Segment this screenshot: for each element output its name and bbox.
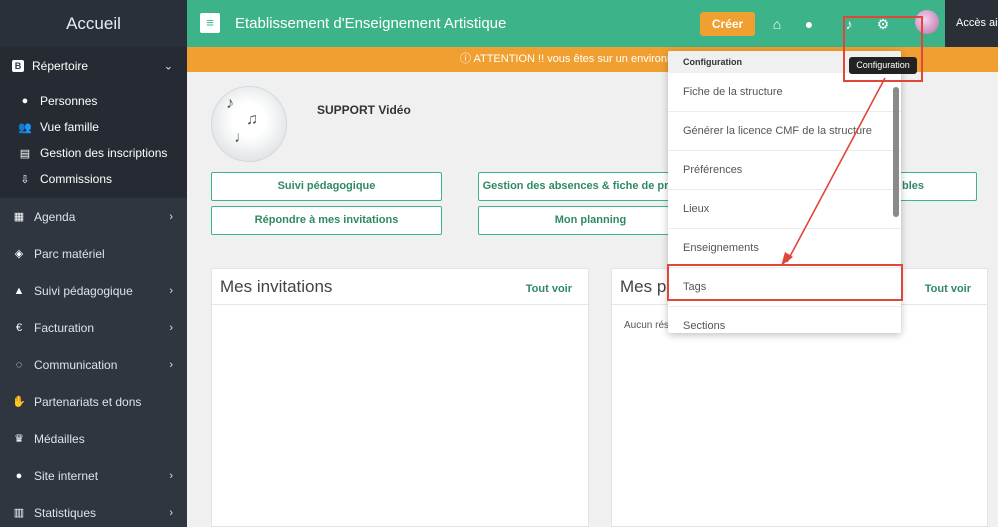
sidebar-subitem-label: Personnes bbox=[40, 94, 98, 108]
chevron-right-icon: › bbox=[169, 469, 173, 482]
sidebar-item-label: Médailles bbox=[34, 431, 85, 446]
chat-icon: ◌ bbox=[15, 358, 23, 371]
calendar-icon: ▦ bbox=[13, 211, 25, 223]
sidebar-item-label: Site internet bbox=[34, 468, 99, 483]
empty-message: Aucun rés bbox=[624, 320, 670, 331]
hamburger-menu-icon[interactable]: ≡ bbox=[200, 13, 220, 33]
sidebar-item-facturation[interactable]: € Facturation › bbox=[0, 309, 187, 346]
chevron-down-icon: ⌄ bbox=[163, 60, 173, 72]
gestion-absences-button[interactable]: Gestion des absences & fiche de pr bbox=[478, 172, 673, 201]
sidebar-item-repertoire[interactable]: B Répertoire ⌄ bbox=[0, 47, 187, 84]
sidebar-item-agenda[interactable]: ▦ Agenda › bbox=[0, 198, 187, 235]
sidebar-item-statistiques[interactable]: ▥ Statistiques › bbox=[0, 494, 187, 527]
sidebar-item-label: Statistiques bbox=[34, 505, 97, 520]
chevron-right-icon: › bbox=[169, 210, 173, 223]
family-icon: 👥 bbox=[18, 121, 32, 134]
chevron-right-icon: › bbox=[169, 284, 173, 297]
repondre-invitations-button[interactable]: Répondre à mes invitations bbox=[211, 206, 442, 235]
info-icon: ⓘ bbox=[460, 53, 474, 65]
configuration-tooltip: Configuration bbox=[849, 57, 917, 74]
home-icon[interactable]: ⌂ bbox=[767, 14, 787, 34]
dropdown-scrollbar[interactable] bbox=[893, 87, 899, 217]
menu-item-generer-licence[interactable]: Générer la licence CMF de la structure bbox=[668, 112, 901, 151]
sidebar-item-suivi-pedagogique[interactable]: ▲ Suivi pédagogique › bbox=[0, 272, 187, 309]
graduation-cap-icon: ▲ bbox=[13, 284, 25, 297]
page-title: Etablissement d'Enseignement Artistique bbox=[235, 15, 507, 32]
sidebar: Accueil B Répertoire ⌄ ● Personnes 👥 Vue… bbox=[0, 0, 187, 527]
trophy-icon: ♛ bbox=[14, 433, 24, 445]
menu-item-lieux[interactable]: Lieux bbox=[668, 190, 901, 229]
menu-item-sections[interactable]: Sections bbox=[668, 307, 901, 333]
sidebar-brand-home[interactable]: Accueil bbox=[0, 0, 187, 47]
menu-item-enseignements[interactable]: Enseignements bbox=[668, 229, 901, 268]
chevron-right-icon: › bbox=[169, 506, 173, 519]
sidebar-subitem-personnes[interactable]: ● Personnes bbox=[0, 88, 187, 114]
euro-icon: € bbox=[15, 321, 23, 334]
create-button[interactable]: Créer bbox=[700, 12, 755, 36]
handshake-icon: ✋ bbox=[12, 396, 26, 408]
sidebar-item-label: Parc matériel bbox=[34, 246, 105, 261]
sidebar-subitem-label: Vue famille bbox=[40, 120, 99, 134]
sidebar-item-site-internet[interactable]: ● Site internet › bbox=[0, 457, 187, 494]
tout-voir-link[interactable]: Tout voir bbox=[925, 283, 971, 295]
list-icon: ▤ bbox=[19, 147, 31, 160]
chevron-right-icon: › bbox=[169, 321, 173, 334]
suivi-pedagogique-button[interactable]: Suivi pédagogique bbox=[211, 172, 442, 201]
sidebar-subitem-commissions[interactable]: ⇩ Commissions bbox=[0, 166, 187, 192]
invitations-panel: Mes invitations Tout voir bbox=[211, 268, 589, 527]
globe-icon[interactable]: ● bbox=[799, 14, 819, 34]
sidebar-subitem-vue-famille[interactable]: 👥 Vue famille bbox=[0, 114, 187, 140]
box-icon: ◈ bbox=[14, 248, 24, 260]
panel-title: Mes invitations bbox=[220, 277, 333, 296]
bar-chart-icon: ▥ bbox=[13, 507, 25, 519]
music-note-icon: ♩ bbox=[234, 129, 250, 146]
sidebar-item-label: Agenda bbox=[34, 209, 76, 224]
menu-item-preferences[interactable]: Préférences bbox=[668, 151, 901, 190]
sidebar-item-label: Communication bbox=[34, 357, 118, 372]
globe-icon: ● bbox=[15, 469, 23, 482]
chevron-right-icon: › bbox=[169, 358, 173, 371]
panel-header: Mes invitations Tout voir bbox=[212, 269, 588, 305]
sidebar-item-label: Partenariats et dons bbox=[34, 394, 142, 409]
profile-image: ♪ ♫ ♩ bbox=[211, 86, 287, 162]
user-icon: ● bbox=[21, 95, 29, 107]
sidebar-subitem-label: Gestion des inscriptions bbox=[40, 146, 168, 160]
sidebar-item-label: Répertoire bbox=[32, 58, 89, 73]
sidebar-item-communication[interactable]: ◌ Communication › bbox=[0, 346, 187, 383]
sidebar-subitem-gestion-inscriptions[interactable]: ▤ Gestion des inscriptions bbox=[0, 140, 187, 166]
sidebar-item-partenariats[interactable]: ✋ Partenariats et dons bbox=[0, 383, 187, 420]
responsables-button[interactable]: bles bbox=[891, 172, 977, 201]
profile-name: SUPPORT Vidéo bbox=[317, 103, 411, 117]
sidebar-submenu: ● Personnes 👥 Vue famille ▤ Gestion des … bbox=[0, 84, 187, 198]
help-access-button[interactable]: Accès aide bbox=[945, 0, 998, 47]
address-book-icon: B bbox=[12, 59, 24, 72]
alert-text: ATTENTION !! vous êtes sur un environne bbox=[473, 53, 680, 65]
sidebar-subitem-label: Commissions bbox=[40, 172, 113, 186]
commission-icon: ⇩ bbox=[20, 173, 30, 186]
music-note-icon: ♫ bbox=[246, 111, 258, 128]
sidebar-item-label: Suivi pédagogique bbox=[34, 283, 133, 298]
sidebar-item-parc-materiel[interactable]: ◈ Parc matériel bbox=[0, 235, 187, 272]
panel-title: Mes p bbox=[620, 277, 667, 296]
sidebar-item-label: Facturation bbox=[34, 320, 95, 335]
highlight-tags-item bbox=[667, 264, 903, 301]
tout-voir-link[interactable]: Tout voir bbox=[526, 283, 572, 295]
music-note-icon: ♪ bbox=[226, 95, 234, 112]
sidebar-item-medailles[interactable]: ♛ Médailles bbox=[0, 420, 187, 457]
